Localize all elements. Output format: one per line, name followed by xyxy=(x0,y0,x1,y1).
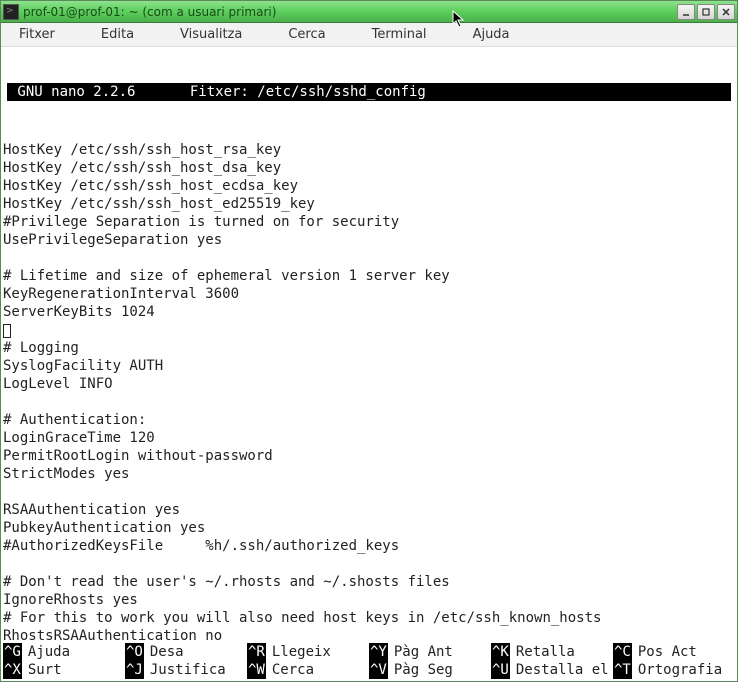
line: StrictModes yes xyxy=(3,466,129,482)
minimize-button[interactable] xyxy=(677,4,695,20)
menu-file[interactable]: Fitxer xyxy=(11,25,63,44)
line: RhostsRSAAuthentication no xyxy=(3,628,222,644)
menu-help[interactable]: Ajuda xyxy=(465,25,518,44)
window-controls xyxy=(677,4,735,20)
line: UsePrivilegeSeparation yes xyxy=(3,232,222,248)
editor-content[interactable]: HostKey /etc/ssh/ssh_host_rsa_key HostKe… xyxy=(1,119,737,681)
line: # Authentication: xyxy=(3,412,146,428)
line: HostKey /etc/ssh/ssh_host_dsa_key xyxy=(3,160,281,176)
shortcut-pageup: ^YPàg Ant xyxy=(369,643,491,661)
nano-app-name: GNU nano 2.2.6 xyxy=(7,83,150,101)
line: PermitRootLogin without-password xyxy=(3,448,273,464)
shortcut-help: ^GAjuda xyxy=(3,643,125,661)
shortcut-search: ^WCerca xyxy=(247,661,369,679)
line: #AuthorizedKeysFile %h/.ssh/authorized_k… xyxy=(3,538,399,554)
terminal-window: prof-01@prof-01: ~ (com a usuari primari… xyxy=(0,0,738,682)
line: HostKey /etc/ssh/ssh_host_ecdsa_key xyxy=(3,178,298,194)
line: LoginGraceTime 120 xyxy=(3,430,155,446)
line: HostKey /etc/ssh/ssh_host_ed25519_key xyxy=(3,196,315,212)
line: # Lifetime and size of ephemeral version… xyxy=(3,268,450,284)
maximize-button[interactable] xyxy=(697,4,715,20)
menu-terminal[interactable]: Terminal xyxy=(364,25,435,44)
shortcut-uncut: ^UDestalla el xyxy=(491,661,613,679)
nano-shortcuts: ^GAjuda ^ODesa ^RLlegeix ^YPàg Ant ^KRet… xyxy=(1,643,737,681)
menu-edit[interactable]: Edita xyxy=(93,25,142,44)
shortcut-save: ^ODesa xyxy=(125,643,247,661)
line: RSAAuthentication yes xyxy=(3,502,180,518)
shortcut-cut: ^KRetalla xyxy=(491,643,613,661)
line: # Logging xyxy=(3,340,79,356)
line: # For this to work you will also need ho… xyxy=(3,610,601,626)
titlebar[interactable]: prof-01@prof-01: ~ (com a usuari primari… xyxy=(1,1,737,23)
terminal-viewport[interactable]: GNU nano 2.2.6 Fitxer: /etc/ssh/sshd_con… xyxy=(1,47,737,681)
line: LogLevel INFO xyxy=(3,376,113,392)
close-button[interactable] xyxy=(717,4,735,20)
nano-statusbar: GNU nano 2.2.6 Fitxer: /etc/ssh/sshd_con… xyxy=(7,83,731,101)
line: ServerKeyBits 1024 xyxy=(3,304,155,320)
menu-search[interactable]: Cerca xyxy=(280,25,333,44)
line: KeyRegenerationInterval 3600 xyxy=(3,286,239,302)
shortcut-read: ^RLlegeix xyxy=(247,643,369,661)
shortcut-curpos: ^CPos Act xyxy=(613,643,735,661)
line: # Don't read the user's ~/.rhosts and ~/… xyxy=(3,574,450,590)
line: PubkeyAuthentication yes xyxy=(3,520,205,536)
line: HostKey /etc/ssh/ssh_host_rsa_key xyxy=(3,142,281,158)
menu-view[interactable]: Visualitza xyxy=(172,25,250,44)
shortcut-exit: ^XSurt xyxy=(3,661,125,679)
shortcut-spell: ^TOrtografia xyxy=(613,661,735,679)
menubar: Fitxer Edita Visualitza Cerca Terminal A… xyxy=(1,23,737,47)
shortcut-pagedown: ^VPàg Seg xyxy=(369,661,491,679)
text-cursor xyxy=(3,324,11,338)
line: SyslogFacility AUTH xyxy=(3,358,163,374)
nano-file-label: Fitxer: /etc/ssh/sshd_config xyxy=(150,83,731,101)
window-title: prof-01@prof-01: ~ (com a usuari primari… xyxy=(23,5,677,19)
line: #Privilege Separation is turned on for s… xyxy=(3,214,399,230)
shortcut-justify: ^JJustifica xyxy=(125,661,247,679)
line: IgnoreRhosts yes xyxy=(3,592,138,608)
terminal-icon xyxy=(3,4,19,20)
